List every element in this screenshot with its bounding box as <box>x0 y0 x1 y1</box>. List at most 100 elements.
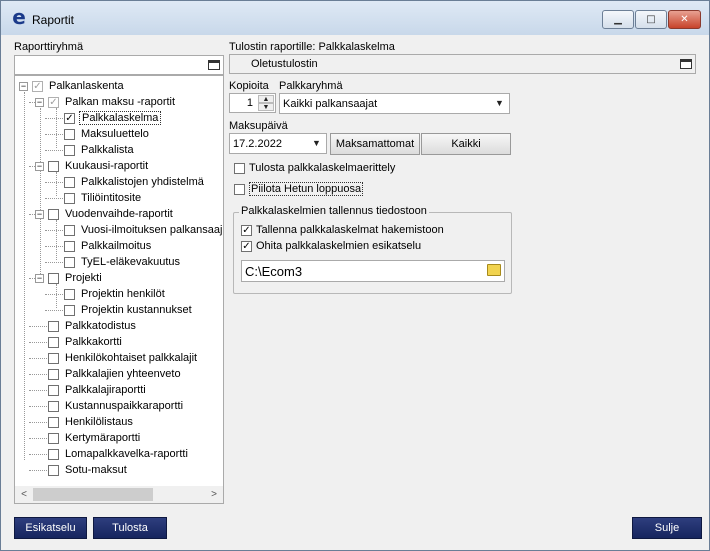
scroll-thumb[interactable] <box>33 488 153 501</box>
tree-item-label: Palkkakortti <box>65 336 122 348</box>
tree-item-label: Palkan maksu -raportit <box>65 96 176 108</box>
tree-item[interactable]: TyEL-eläkevakuutus <box>64 254 182 270</box>
tree-item[interactable]: Palkkatodistus <box>48 318 138 334</box>
hide-hetu-option[interactable]: Piilota Hetun loppuosa <box>234 182 364 196</box>
tree-item[interactable]: Palkkalajiraportti <box>48 382 148 398</box>
spin-up-icon[interactable]: ▲ <box>258 95 274 103</box>
dropdown-arrow-icon[interactable]: ▼ <box>492 96 507 111</box>
tree-line <box>45 134 63 135</box>
copies-label: Kopioita <box>229 80 269 92</box>
tree-item-checkbox[interactable]: ✓ <box>64 112 75 124</box>
tree-item-label: Palkkatodistus <box>65 320 136 332</box>
tree-item[interactable]: Tiliöintitosite <box>64 190 143 206</box>
tree-item-checkbox[interactable]: ✓ <box>32 80 43 92</box>
tree-item-checkbox[interactable] <box>48 160 59 172</box>
title-bar[interactable]: e Raportit ▁ □ ✕ <box>1 1 709 35</box>
report-group-lookup-button[interactable] <box>206 57 222 73</box>
dropdown-arrow-icon[interactable]: ▼ <box>309 136 324 151</box>
close-window-button[interactable]: ✕ <box>668 10 701 29</box>
tree-item[interactable]: Kertymäraportti <box>48 430 142 446</box>
print-spec-option[interactable]: Tulosta palkkalaskelmaerittely <box>234 162 395 174</box>
print-spec-checkbox[interactable] <box>234 162 245 174</box>
tree-line <box>56 108 57 148</box>
unpaid-button[interactable]: Maksamattomat <box>330 133 420 155</box>
preview-button[interactable]: Esikatselu <box>14 517 87 539</box>
tree-item[interactable]: − ✓ Palkan maksu -raportit <box>35 94 177 110</box>
tree-item[interactable]: Henkilölistaus <box>48 414 135 430</box>
spin-down-icon[interactable]: ▼ <box>258 103 274 111</box>
tree-item[interactable]: Palkkalajien yhteenveto <box>48 366 183 382</box>
scroll-left-icon[interactable]: < <box>16 487 32 502</box>
tree-item-checkbox[interactable] <box>64 224 75 236</box>
tree-item-checkbox[interactable] <box>48 336 59 348</box>
tree-item-checkbox[interactable] <box>64 144 75 156</box>
collapse-icon[interactable]: − <box>35 273 44 283</box>
tree-item[interactable]: − Vuodenvaihde-raportit <box>35 206 175 222</box>
collapse-icon[interactable]: − <box>19 81 28 91</box>
tree-item-label: Henkilökohtaiset palkkalajit <box>65 352 198 364</box>
copies-spinner[interactable]: 1 ▲ ▼ <box>229 93 276 113</box>
tree-item-checkbox[interactable] <box>64 192 75 204</box>
save-to-dir-checkbox[interactable]: ✓ <box>241 224 252 236</box>
tree-item[interactable]: Maksuluettelo <box>64 126 151 142</box>
tree-item[interactable]: Vuosi-ilmoituksen palkansaajat <box>64 222 223 238</box>
tree-item[interactable]: − Projekti <box>35 270 104 286</box>
tree-line <box>29 390 47 391</box>
tree-item[interactable]: ✓ Palkkalaskelma <box>64 110 162 126</box>
tree-item-checkbox[interactable] <box>64 128 75 140</box>
reports-window: e Raportit ▁ □ ✕ Raporttiryhmä − ✓ Palkanl… <box>0 0 710 551</box>
collapse-icon[interactable]: − <box>35 161 44 171</box>
tree-item[interactable]: Palkkalista <box>64 142 136 158</box>
tree-item-checkbox[interactable] <box>48 272 59 284</box>
scroll-right-icon[interactable]: > <box>206 487 222 502</box>
tree-horizontal-scrollbar[interactable]: < > <box>15 486 223 503</box>
tree-item[interactable]: Palkkakortti <box>48 334 124 350</box>
collapse-icon[interactable]: − <box>35 209 44 219</box>
tree-item-checkbox[interactable] <box>48 432 59 444</box>
tree-item-checkbox[interactable] <box>64 176 75 188</box>
tree-item-checkbox[interactable] <box>48 448 59 460</box>
tree-item[interactable]: − ✓ Palkanlaskenta <box>19 78 126 94</box>
collapse-icon[interactable]: − <box>35 97 44 107</box>
tree-item[interactable]: Palkkailmoitus <box>64 238 153 254</box>
tree-item-checkbox[interactable]: ✓ <box>48 96 59 108</box>
tree-item-checkbox[interactable] <box>64 288 75 300</box>
tree-item-checkbox[interactable] <box>48 464 59 476</box>
save-path-field[interactable]: C:\Ecom3 <box>241 260 505 282</box>
printer-field[interactable]: Oletustulostin <box>229 54 696 74</box>
tree-item-checkbox[interactable] <box>48 352 59 364</box>
report-tree[interactable]: − ✓ Palkanlaskenta − ✓ Palkan maksu -raportit… <box>14 75 224 504</box>
all-button[interactable]: Kaikki <box>421 133 511 155</box>
tree-item-checkbox[interactable] <box>48 384 59 396</box>
tree-item[interactable]: Lomapalkkavelka-raportti <box>48 446 190 462</box>
tree-item[interactable]: Henkilökohtaiset palkkalajit <box>48 350 199 366</box>
tree-item[interactable]: Sotu-maksut <box>48 462 129 478</box>
tree-item-checkbox[interactable] <box>48 416 59 428</box>
tree-item[interactable]: Palkkalistojen yhdistelmä <box>64 174 206 190</box>
paydate-select[interactable]: 17.2.2022 ▼ <box>229 133 327 154</box>
tree-item-checkbox[interactable] <box>48 208 59 220</box>
report-group-field[interactable] <box>14 55 224 75</box>
tree-item[interactable]: Projektin kustannukset <box>64 302 194 318</box>
folder-icon[interactable] <box>487 264 501 276</box>
hide-hetu-checkbox[interactable] <box>234 183 245 195</box>
tree-item[interactable]: Projektin henkilöt <box>64 286 167 302</box>
close-button[interactable]: Sulje <box>632 517 702 539</box>
tree-item-checkbox[interactable] <box>64 240 75 252</box>
paygroup-select[interactable]: Kaikki palkansaajat ▼ <box>279 93 510 114</box>
print-button[interactable]: Tulosta <box>93 517 167 539</box>
tree-line <box>29 422 47 423</box>
tree-item[interactable]: Kustannuspaikkaraportti <box>48 398 185 414</box>
tree-item-checkbox[interactable] <box>48 320 59 332</box>
tree-item[interactable]: − Kuukausi-raportit <box>35 158 150 174</box>
printer-lookup-button[interactable] <box>678 56 694 72</box>
tree-item-checkbox[interactable] <box>48 368 59 380</box>
skip-preview-option[interactable]: ✓ Ohita palkkalaskelmien esikatselu <box>241 240 421 252</box>
tree-item-checkbox[interactable] <box>48 400 59 412</box>
save-to-dir-option[interactable]: ✓ Tallenna palkkalaskelmat hakemistoon <box>241 224 444 236</box>
tree-item-checkbox[interactable] <box>64 256 75 268</box>
maximize-button[interactable]: □ <box>635 10 667 29</box>
skip-preview-checkbox[interactable]: ✓ <box>241 240 252 252</box>
minimize-button[interactable]: ▁ <box>602 10 634 29</box>
tree-item-checkbox[interactable] <box>64 304 75 316</box>
